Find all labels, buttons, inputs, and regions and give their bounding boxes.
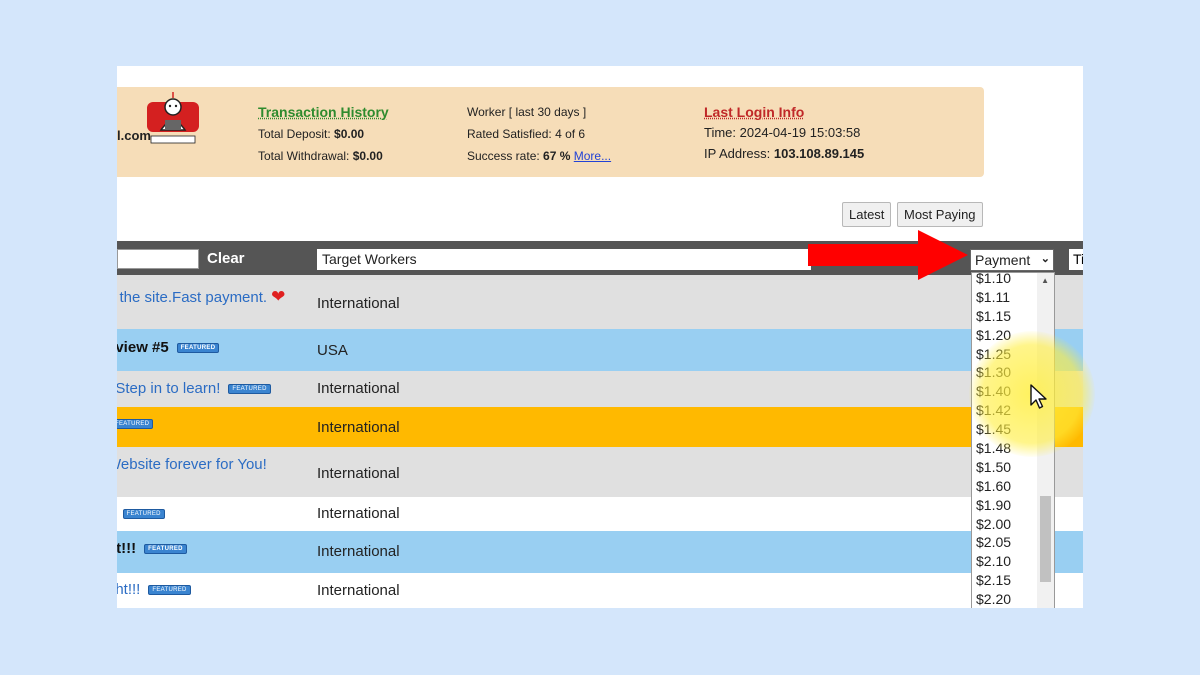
job-target: International: [317, 295, 400, 312]
rated-satisfied: Rated Satisfied: 4 of 6: [467, 127, 586, 141]
more-link[interactable]: More...: [574, 149, 611, 163]
payment-option[interactable]: $1.25: [976, 345, 1011, 364]
job-row[interactable]: eview #5FEATURED USA: [117, 329, 1083, 371]
featured-badge: FEATURED: [148, 585, 191, 596]
job-title[interactable]: eview #5FEATURED: [117, 339, 220, 356]
job-target: International: [317, 505, 400, 522]
job-title[interactable]: n the site.Fast payment. ❤: [117, 287, 285, 307]
featured-badge: FEATURED: [176, 343, 220, 354]
job-row[interactable]: yFEATURED International: [117, 497, 1083, 531]
payment-option[interactable]: $1.15: [976, 307, 1011, 326]
job-row[interactable]: . Step in to learn! FEATURED Internationa…: [117, 371, 1083, 407]
search-input[interactable]: [117, 249, 199, 269]
job-target: International: [317, 419, 400, 436]
featured-badge: FEATURED: [122, 509, 165, 520]
clear-button[interactable]: Clear: [207, 250, 245, 267]
job-target: International: [317, 380, 400, 397]
job-title[interactable]: nt!!!FEATURED: [117, 540, 187, 557]
job-row[interactable]: ght!!!FEATURED International: [117, 573, 1083, 608]
job-title[interactable]: yFEATURED: [117, 505, 165, 522]
payment-option[interactable]: $1.40: [976, 382, 1011, 401]
payment-dropdown-list[interactable]: $1.10 $1.11 $1.15 $1.20 $1.25 $1.30 $1.40 $1.42…: [971, 272, 1055, 608]
job-title[interactable]: . Step in to learn! FEATURED: [117, 380, 271, 397]
payment-option[interactable]: $1.48: [976, 439, 1011, 458]
dropdown-scrollbar[interactable]: ▲: [1037, 273, 1054, 608]
payment-options: $1.10 $1.11 $1.15 $1.20 $1.25 $1.30 $1.40 $1.42…: [976, 273, 1011, 608]
login-time: Time: 2024-04-19 15:03:58: [704, 125, 861, 140]
payment-option[interactable]: $1.10: [976, 273, 1011, 288]
latest-button[interactable]: Latest: [842, 202, 892, 227]
job-target: International: [317, 582, 400, 599]
account-info-panel: l.com Transaction History Total Deposit:…: [117, 87, 984, 177]
payment-option[interactable]: $2.05: [976, 533, 1011, 552]
payment-option[interactable]: $1.50: [976, 458, 1011, 477]
job-title[interactable]: ght!!!FEATURED: [117, 581, 191, 598]
chevron-down-icon: ⌄: [1040, 253, 1050, 265]
job-target: International: [317, 543, 400, 560]
featured-badge: FEATURED: [144, 544, 187, 555]
next-filter[interactable]: Ti: [1069, 249, 1083, 270]
payment-option[interactable]: $1.60: [976, 477, 1011, 496]
payment-option[interactable]: $2.20: [976, 590, 1011, 608]
payment-select-label: Payment: [975, 252, 1031, 268]
site-logo: [147, 92, 199, 144]
payment-option[interactable]: $1.20: [976, 326, 1011, 345]
payment-select[interactable]: Payment ⌄: [970, 249, 1054, 271]
payment-option[interactable]: $1.42: [976, 401, 1011, 420]
job-target: International: [317, 465, 400, 482]
featured-badge: FEATURED: [228, 384, 271, 395]
payment-option[interactable]: $2.00: [976, 515, 1011, 534]
payment-option[interactable]: $1.90: [976, 496, 1011, 515]
payment-option[interactable]: $2.15: [976, 571, 1011, 590]
scrollbar-thumb[interactable]: [1040, 496, 1051, 582]
scroll-up-icon[interactable]: ▲: [1041, 276, 1049, 285]
job-row[interactable]: FEATURED International: [117, 407, 1083, 447]
payment-option[interactable]: $1.11: [976, 288, 1011, 307]
payment-option[interactable]: $2.10: [976, 552, 1011, 571]
job-row[interactable]: n the site.Fast payment. ❤ International: [117, 275, 1083, 329]
job-row[interactable]: nt!!!FEATURED International: [117, 531, 1083, 573]
payment-option[interactable]: $1.30: [976, 363, 1011, 382]
transaction-history-link[interactable]: Transaction History: [258, 104, 389, 120]
total-deposit: Total Deposit: $0.00: [258, 127, 365, 141]
payment-option[interactable]: $1.45: [976, 420, 1011, 439]
job-target: USA: [317, 342, 348, 359]
most-paying-button[interactable]: Most Paying: [897, 202, 983, 227]
login-ip: IP Address: 103.108.89.145: [704, 146, 865, 161]
browser-content: l.com Transaction History Total Deposit:…: [117, 66, 1083, 608]
total-withdrawal: Total Withdrawal: $0.00: [258, 149, 383, 163]
heart-icon: ❤: [271, 287, 286, 306]
red-arrow-icon: [808, 230, 968, 280]
last-login-link[interactable]: Last Login Info: [704, 104, 804, 120]
mouse-cursor-icon: [1030, 384, 1047, 409]
job-title[interactable]: Website forever for You!: [117, 456, 267, 473]
worker-stats-title: Worker [ last 30 days ]: [467, 105, 587, 119]
featured-badge: FEATURED: [117, 419, 154, 430]
job-title[interactable]: FEATURED: [117, 415, 154, 432]
job-row[interactable]: Website forever for You! International: [117, 447, 1083, 497]
success-rate: Success rate: 67 % More...: [467, 149, 612, 163]
target-workers-filter[interactable]: Target Workers: [317, 249, 811, 270]
